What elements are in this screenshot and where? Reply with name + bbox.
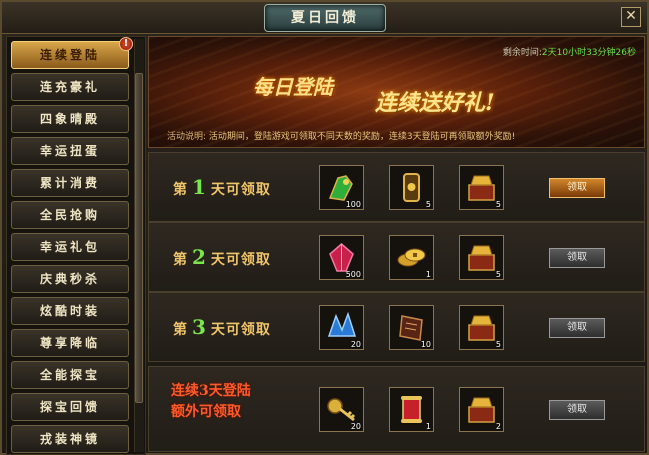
day-suffix: 天可领取 xyxy=(210,182,271,198)
sidebar-item-lucky-gacha[interactable]: 幸运扭蛋 xyxy=(11,137,129,165)
banner-headline: 每日登陆 xyxy=(253,75,333,99)
item-count: 5 xyxy=(495,340,501,349)
bonus-label: 连续3天登陆 额外可领取 xyxy=(171,381,251,423)
sidebar-item-fashion[interactable]: 炫酷时装 xyxy=(11,297,129,325)
treasure-chest-icon xyxy=(468,315,495,341)
sidebar-item-label: 探宝回馈 xyxy=(39,400,100,414)
sidebar-item-lucky-pack[interactable]: 幸运礼包 xyxy=(11,233,129,261)
sidebar-item-label: 连续登陆 xyxy=(39,48,100,62)
sidebar-scrollbar-thumb[interactable] xyxy=(135,73,143,403)
sidebar-item-flash-purchase[interactable]: 全民抢购 xyxy=(11,201,129,229)
day-label: 第 1 天可领取 xyxy=(173,175,271,199)
sidebar-item-continuous-login[interactable]: 连续登陆 ! xyxy=(11,37,133,69)
event-description: 活动说明: 活动期间，登陆游戏可领取不同天数的奖励，连续3天登陆可再领取额外奖励… xyxy=(167,129,515,142)
day-prefix: 第 xyxy=(173,182,188,198)
sidebar-item-cumulative-spend[interactable]: 累计消费 xyxy=(11,169,129,197)
item-count: 20 xyxy=(350,340,361,349)
day-suffix: 天可领取 xyxy=(210,252,271,268)
sidebar-item-recharge-gift[interactable]: 连充豪礼 xyxy=(11,73,129,101)
sidebar-item-treasure-reward[interactable]: 探宝回馈 xyxy=(11,393,129,421)
countdown-timer: 剩余时间:2天10小时33分钟26秒 xyxy=(503,45,636,58)
item-count: 100 xyxy=(345,200,361,209)
reward-slot[interactable]: 20 xyxy=(319,305,364,350)
item-count: 1 xyxy=(425,270,431,279)
summer-reward-window: 夏日回馈 ✕ 连续登陆 ! 连充豪礼 四象晴殿 幸运扭蛋 累计消费 全民抢购 幸… xyxy=(0,0,649,455)
event-banner: 剩余时间:2天10小时33分钟26秒 每日登陆 连续送好礼! 活动说明: 活动期… xyxy=(148,36,645,148)
reward-slot[interactable]: 1 xyxy=(389,387,434,432)
day-number: 2 xyxy=(192,245,207,269)
sidebar-item-treasure-hunt[interactable]: 全能探宝 xyxy=(11,361,129,389)
sidebar-item-label: 四象晴殿 xyxy=(39,112,100,126)
reward-slot[interactable]: 5 xyxy=(389,165,434,210)
day-number: 1 xyxy=(192,175,207,199)
window-title: 夏日回馈 xyxy=(264,4,386,32)
description-text: 活动期间，登陆游戏可领取不同天数的奖励，连续3天登陆可再领取额外奖励! xyxy=(208,132,516,142)
day-number: 3 xyxy=(192,315,207,339)
reward-row-day-2: 第 2 天可领取 500 1 5 领取 xyxy=(148,222,645,292)
description-label: 活动说明: xyxy=(167,132,207,142)
day-suffix: 天可领取 xyxy=(210,322,271,338)
sidebar-item-label: 幸运礼包 xyxy=(39,240,100,254)
golden-token-icon xyxy=(403,173,420,202)
day-label: 第 2 天可领取 xyxy=(173,245,271,269)
reward-row-day-1: 第 1 天可领取 100 5 5 领取 xyxy=(148,152,645,222)
treasure-chest-icon xyxy=(468,175,495,201)
claim-button[interactable]: 领取 xyxy=(549,318,605,338)
bonus-label-line-2: 额外可领取 xyxy=(171,404,241,420)
item-count: 5 xyxy=(495,200,501,209)
reward-row-day-3: 第 3 天可领取 20 10 5 领取 xyxy=(148,292,645,362)
alert-badge-icon: ! xyxy=(119,37,133,51)
sidebar-item-celebration-sale[interactable]: 庆典秒杀 xyxy=(11,265,129,293)
sidebar-item-four-symbols[interactable]: 四象晴殿 xyxy=(11,105,129,133)
sidebar-item-label: 炫酷时装 xyxy=(39,304,100,318)
sidebar-item-label: 连充豪礼 xyxy=(39,80,100,94)
claim-button[interactable]: 领取 xyxy=(549,400,605,420)
treasure-chest-icon xyxy=(468,245,495,271)
item-count: 5 xyxy=(425,200,431,209)
claim-button[interactable]: 领取 xyxy=(549,178,605,198)
sidebar-item-label: 全能探宝 xyxy=(39,368,100,382)
day-label: 第 3 天可领取 xyxy=(173,315,271,339)
sidebar-item-armor-mirror[interactable]: 戎装神镜 xyxy=(11,425,129,453)
reward-slot[interactable]: 500 xyxy=(319,235,364,280)
timer-label: 剩余时间: xyxy=(502,48,542,58)
sidebar: 连续登陆 ! 连充豪礼 四象晴殿 幸运扭蛋 累计消费 全民抢购 幸运礼包 庆典秒… xyxy=(6,36,146,455)
item-count: 10 xyxy=(420,340,431,349)
close-button[interactable]: ✕ xyxy=(621,7,641,27)
item-count: 5 xyxy=(495,270,501,279)
sidebar-item-label: 庆典秒杀 xyxy=(39,272,100,286)
reward-row-bonus: 连续3天登陆 额外可领取 20 1 2 领取 xyxy=(148,366,645,452)
title-bar: 夏日回馈 ✕ xyxy=(2,2,647,34)
banner-subheadline: 连续送好礼! xyxy=(375,90,495,116)
item-count: 20 xyxy=(350,422,361,431)
treasure-chest-icon xyxy=(468,397,495,423)
sidebar-item-label: 幸运扭蛋 xyxy=(39,144,100,158)
day-prefix: 第 xyxy=(173,252,188,268)
claim-button[interactable]: 领取 xyxy=(549,248,605,268)
reward-slot[interactable]: 5 xyxy=(459,305,504,350)
item-count: 500 xyxy=(345,270,361,279)
reward-slot[interactable]: 1 xyxy=(389,235,434,280)
sidebar-item-label: 尊享降临 xyxy=(39,336,100,350)
sidebar-item-label: 累计消费 xyxy=(39,176,100,190)
timer-value: 2天10小时33分钟26秒 xyxy=(541,48,636,58)
reward-slot[interactable]: 5 xyxy=(459,235,504,280)
sidebar-item-label: 全民抢购 xyxy=(39,208,100,222)
bonus-label-line-1: 连续3天登陆 xyxy=(171,383,251,399)
reward-slot[interactable]: 100 xyxy=(319,165,364,210)
sidebar-item-vip-arrival[interactable]: 尊享降临 xyxy=(11,329,129,357)
reward-slot[interactable]: 20 xyxy=(319,387,364,432)
item-count: 1 xyxy=(425,422,431,431)
sidebar-item-label: 戎装神镜 xyxy=(39,432,100,446)
reward-slot[interactable]: 10 xyxy=(389,305,434,350)
day-prefix: 第 xyxy=(173,322,188,338)
gold-coins-icon xyxy=(397,248,426,267)
reward-slot[interactable]: 5 xyxy=(459,165,504,210)
reward-slot[interactable]: 2 xyxy=(459,387,504,432)
item-count: 2 xyxy=(495,422,501,431)
red-scroll-icon xyxy=(401,396,422,423)
